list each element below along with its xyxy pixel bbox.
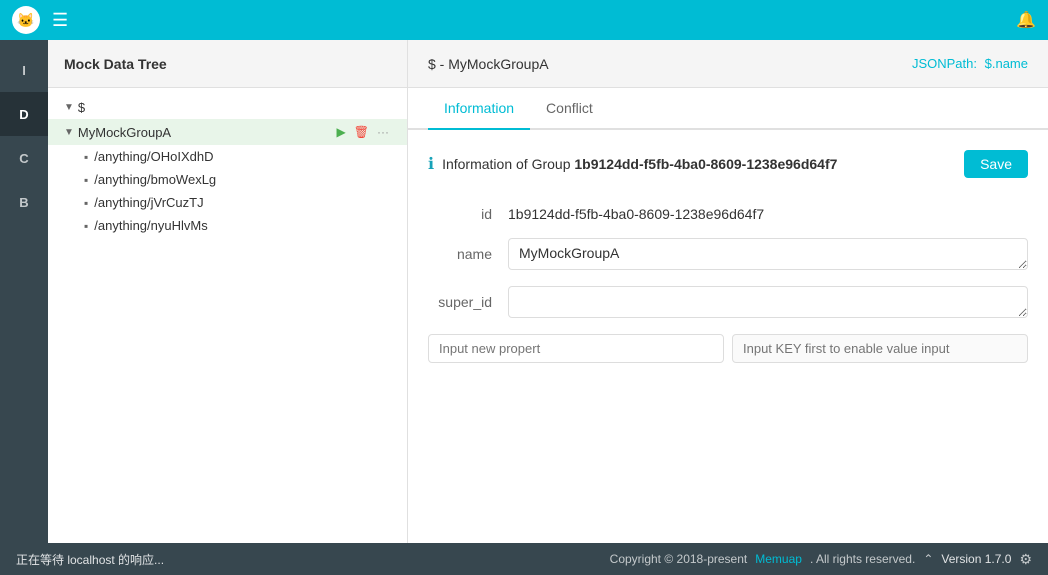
info-banner: ℹ Information of Group 1b9124dd-f5fb-4ba… [428, 150, 1028, 178]
tree-child-label-1: /anything/bmoWexLg [94, 172, 216, 187]
footer-right: Copyright © 2018-present Memuар . All ri… [610, 551, 1032, 568]
superid-input[interactable] [508, 286, 1028, 318]
tree-root-label: $ [78, 100, 85, 115]
tree-panel: Mock Data Tree ▼ $ ▼ MyMockGroupA ▶ 🗑 ··… [48, 40, 408, 543]
tab-information[interactable]: Information [428, 88, 530, 130]
new-property-key-input[interactable] [428, 334, 724, 363]
content-panel: $ - MyMockGroupA JSONPath: $.name Inform… [408, 40, 1048, 543]
tree-child-label-3: /anything/nyuHlvMs [94, 218, 207, 233]
tree-item-actions: ▶ 🗑 ··· [335, 123, 391, 141]
new-property-row [428, 334, 1028, 363]
footer-rights: . All rights reserved. [810, 552, 915, 566]
sidebar-item-c[interactable]: C [0, 136, 48, 180]
form-row-name: name [428, 238, 1028, 270]
form-row-superid: super_id [428, 286, 1028, 318]
footer-brand: Memuар [755, 552, 802, 566]
info-circle-icon: ℹ [428, 154, 434, 174]
tree-item-child-2[interactable]: ▪ /anything/jVrCuzTJ [48, 191, 407, 214]
group-arrow-icon: ▼ [64, 127, 74, 138]
tree-group-label: MyMockGroupA [78, 125, 171, 140]
file-icon-2: ▪ [84, 196, 88, 210]
file-icon-1: ▪ [84, 173, 88, 187]
new-property-value-input [732, 334, 1028, 363]
icon-sidebar: I D C B [0, 40, 48, 543]
form-row-id: id 1b9124dd-f5fb-4ba0-8609-1238e96d64f7 [428, 198, 1028, 222]
info-group-id: 1b9124dd-f5fb-4ba0-8609-1238e96d64f7 [574, 156, 837, 172]
sidebar-item-d[interactable]: D [0, 92, 48, 136]
content-header: $ - MyMockGroupA JSONPath: $.name [408, 40, 1048, 88]
logo-icon: 🐱 [12, 6, 40, 34]
tree-item-child-0[interactable]: ▪ /anything/OHoIXdhD [48, 145, 407, 168]
sidebar-item-b[interactable]: B [0, 180, 48, 224]
sidebar-item-i[interactable]: I [0, 48, 48, 92]
content-header-path: $ - MyMockGroupA [428, 56, 549, 72]
more-button[interactable]: ··· [375, 123, 391, 141]
info-text: Information of Group 1b9124dd-f5fb-4ba0-… [442, 156, 837, 172]
tree-child-label-0: /anything/OHoIXdhD [94, 149, 213, 164]
jsonpath-label: JSONPath: [912, 56, 977, 71]
id-label: id [428, 198, 508, 222]
tree-child-label-2: /anything/jVrCuzTJ [94, 195, 203, 210]
tree-item-child-3[interactable]: ▪ /anything/nyuHlvMs [48, 214, 407, 237]
tree-body: ▼ $ ▼ MyMockGroupA ▶ 🗑 ··· ▪ /anything/O… [48, 88, 407, 543]
top-bar: 🐱 ☰ 🔔 [0, 0, 1048, 40]
tab-conflict[interactable]: Conflict [530, 88, 609, 130]
footer-status: 正在等待 localhost 的响应... [16, 551, 164, 568]
tree-header: Mock Data Tree [48, 40, 407, 88]
file-icon-3: ▪ [84, 219, 88, 233]
delete-button[interactable]: 🗑 [352, 123, 371, 141]
footer-caret-icon: ⌃ [923, 552, 933, 566]
footer-version: Version 1.7.0 [941, 552, 1011, 566]
top-bar-left: 🐱 ☰ [12, 6, 68, 34]
superid-label: super_id [428, 286, 508, 310]
id-value: 1b9124dd-f5fb-4ba0-8609-1238e96d64f7 [508, 198, 764, 222]
tabs: Information Conflict [408, 88, 1048, 130]
tree-title: Mock Data Tree [64, 56, 167, 72]
name-input[interactable] [508, 238, 1028, 270]
content-body: ℹ Information of Group 1b9124dd-f5fb-4ba… [408, 130, 1048, 543]
play-button[interactable]: ▶ [335, 123, 348, 141]
file-icon-0: ▪ [84, 150, 88, 164]
main-layout: I D C B Mock Data Tree ▼ $ ▼ MyMockGroup… [0, 40, 1048, 543]
footer-copyright: Copyright © 2018-present [610, 552, 748, 566]
tree-item-child-1[interactable]: ▪ /anything/bmoWexLg [48, 168, 407, 191]
save-button[interactable]: Save [964, 150, 1028, 178]
info-prefix: Information of Group [442, 156, 570, 172]
content-header-jsonpath: JSONPath: $.name [912, 56, 1028, 71]
footer: 正在等待 localhost 的响应... Copyright © 2018-p… [0, 543, 1048, 575]
gear-icon[interactable]: ⚙ [1019, 551, 1032, 568]
bell-icon[interactable]: 🔔 [1016, 10, 1036, 30]
tree-item-root[interactable]: ▼ $ [48, 96, 407, 119]
name-label: name [428, 238, 508, 262]
jsonpath-value: $.name [985, 56, 1028, 71]
hamburger-icon[interactable]: ☰ [52, 10, 68, 31]
arrow-icon: ▼ [64, 102, 74, 113]
tree-item-group[interactable]: ▼ MyMockGroupA ▶ 🗑 ··· [48, 119, 407, 145]
